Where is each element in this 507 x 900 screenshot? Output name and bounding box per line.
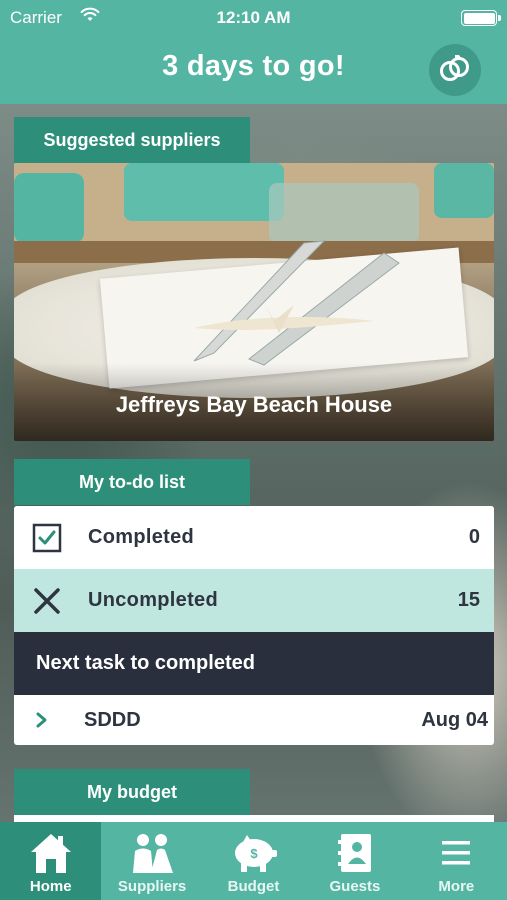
tab-budget[interactable]: $ Budget [203,822,304,900]
bottom-tab-bar: Home Suppliers $ Budget Guests More [0,822,507,900]
tab-suppliers[interactable]: Suppliers [101,822,202,900]
piggy-bank-icon: $ [229,830,279,876]
next-task-header: Next task to completed [14,632,494,695]
tab-suppliers-label: Suppliers [117,878,187,895]
svg-text:$: $ [250,846,258,861]
tab-budget-label: Budget [227,878,280,895]
chevron-right-icon [14,711,70,729]
todo-card: Completed 0 Uncompleted 15 Next task to … [14,506,494,745]
completed-count: 0 [468,526,480,548]
tab-more[interactable]: More [406,822,507,900]
next-task-name: SDDD [84,708,141,731]
address-book-icon [335,830,375,876]
featured-supplier-name: Jeffreys Bay Beach House [115,392,393,417]
next-task-date: Aug 04 [421,708,488,731]
completed-label: Completed [88,526,195,548]
tab-guests-label: Guests [329,878,381,895]
checkbox-checked-icon [14,523,80,553]
tab-guests[interactable]: Guests [304,822,405,900]
featured-supplier-card[interactable]: Jeffreys Bay Beach House [14,163,494,441]
wedding-rings-button[interactable] [429,44,481,96]
tab-home[interactable]: Home [0,822,102,900]
budget-label: My budget [14,769,250,815]
status-time: 12:10 AM [216,8,291,27]
wedding-rings-icon [438,53,472,88]
uncompleted-count: 15 [457,589,480,611]
couple-icon [129,830,175,876]
completed-row[interactable]: Completed 0 [14,506,494,569]
close-icon [14,587,80,615]
home-icon [28,830,74,876]
uncompleted-row[interactable]: Uncompleted 15 [14,569,494,632]
battery-icon [461,10,501,26]
cutlery-image [193,240,400,366]
menu-icon [438,830,474,876]
tab-more-label: More [438,878,475,895]
todo-list-label: My to-do list [14,459,250,505]
next-task-row[interactable]: SDDD Aug 04 [14,695,494,745]
tab-home-label: Home [29,878,72,895]
uncompleted-label: Uncompleted [88,589,218,611]
suggested-suppliers-label: Suggested suppliers [14,117,250,163]
app-header: Carrier 12:10 AM 3 days to go! [0,0,507,104]
status-bar: Carrier 12:10 AM [0,0,507,36]
